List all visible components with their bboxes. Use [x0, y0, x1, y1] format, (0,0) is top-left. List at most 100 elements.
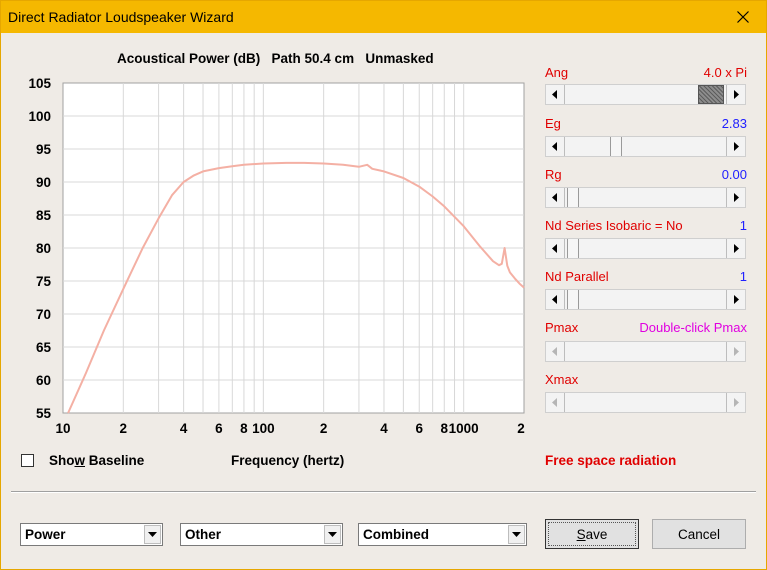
show-baseline-label[interactable]: Show Baseline	[49, 453, 144, 468]
arrow-right-icon	[734, 398, 739, 407]
nd-parallel-scroll-right[interactable]	[726, 290, 745, 309]
pmax-value[interactable]: Double-click Pmax	[639, 320, 747, 335]
separator	[11, 491, 756, 493]
nd-parallel-label: Nd Parallel	[545, 269, 609, 284]
x-tick-label: 4	[380, 421, 388, 436]
close-icon	[737, 11, 749, 23]
rg-label: Rg	[545, 167, 562, 182]
source-dropdown[interactable]: Other	[180, 523, 343, 546]
rg-scroll-thumb[interactable]	[567, 188, 579, 207]
show-baseline-checkbox[interactable]	[21, 454, 34, 467]
y-tick-label: 70	[36, 307, 51, 322]
nd-parallel-value: 1	[739, 269, 747, 284]
status-text: Free space radiation	[545, 453, 677, 468]
show-baseline-label-part: Baseline	[85, 453, 145, 468]
y-tick-label: 90	[36, 175, 51, 190]
ang-scroll-right[interactable]	[726, 85, 745, 104]
nd-series-value: 1	[739, 218, 747, 233]
save-button-label: Save	[577, 527, 608, 542]
y-tick-label: 80	[36, 241, 51, 256]
x-tick-label: 8	[240, 421, 248, 436]
x-tick-label: 6	[415, 421, 423, 436]
combine-dropdown-button[interactable]	[508, 525, 525, 544]
arrow-left-icon	[552, 295, 557, 304]
combine-dropdown[interactable]: Combined	[358, 523, 527, 546]
xmax-scroll-right	[726, 393, 745, 412]
y-tick-label: 55	[36, 406, 52, 421]
ang-scroll-thumb[interactable]	[698, 85, 724, 104]
y-tick-label: 95	[36, 142, 52, 157]
save-label-rest: ave	[585, 526, 608, 542]
nd-series-label: Nd Series Isobaric = No	[545, 218, 683, 233]
y-tick-label: 100	[28, 109, 51, 124]
rg-value: 0.00	[721, 167, 747, 182]
y-tick-label: 85	[36, 208, 52, 223]
chevron-down-icon	[512, 532, 521, 537]
rg-scroll-left[interactable]	[546, 188, 565, 207]
x-tick-label: 6	[215, 421, 223, 436]
combine-dropdown-value: Combined	[363, 527, 429, 542]
chevron-down-icon	[148, 532, 157, 537]
arrow-right-icon	[734, 244, 739, 253]
x-tick-label: 100	[252, 421, 275, 436]
save-button[interactable]: Save	[545, 519, 639, 549]
arrow-left-icon	[552, 244, 557, 253]
mode-dropdown[interactable]: Power	[20, 523, 163, 546]
wizard-window: Direct Radiator Loudspeaker Wizard Acous…	[0, 0, 767, 570]
mode-dropdown-button[interactable]	[144, 525, 161, 544]
eg-value: 2.83	[721, 116, 747, 131]
x-tick-label: 2	[517, 421, 525, 436]
cancel-button-label: Cancel	[677, 526, 721, 542]
arrow-left-icon	[552, 347, 557, 356]
nd-parallel-scroll-thumb[interactable]	[567, 290, 579, 309]
xmax-scrollbar	[545, 392, 746, 413]
x-tick-label: 1000	[449, 421, 479, 436]
nd-parallel-scroll-left[interactable]	[546, 290, 565, 309]
x-tick-label: 2	[320, 421, 328, 436]
arrow-right-icon	[734, 295, 739, 304]
pmax-scroll-right	[726, 342, 745, 361]
save-mnemonic: S	[576, 526, 586, 542]
ang-scroll-left[interactable]	[546, 85, 565, 104]
x-tick-label: 10	[55, 421, 70, 436]
arrow-left-icon	[552, 398, 557, 407]
y-tick-label: 105	[28, 76, 51, 91]
close-button[interactable]	[720, 1, 766, 33]
acoustic-power-chart: 105100959085807570656055 10 2 4 6 8 100 2 4 6 8 10…	[28, 76, 524, 436]
arrow-right-icon	[734, 193, 739, 202]
eg-scrollbar[interactable]	[545, 136, 746, 157]
source-dropdown-button[interactable]	[324, 525, 341, 544]
nd-parallel-scrollbar[interactable]	[545, 289, 746, 310]
xmax-scroll-left	[546, 393, 565, 412]
arrow-left-icon	[552, 90, 557, 99]
nd-series-scroll-thumb[interactable]	[567, 239, 579, 258]
eg-scroll-right[interactable]	[726, 137, 745, 156]
y-tick-label: 65	[36, 340, 52, 355]
nd-series-scroll-left[interactable]	[546, 239, 565, 258]
arrow-right-icon	[734, 347, 739, 356]
chevron-down-icon	[328, 532, 337, 537]
x-tick-labels: 10 2 4 6 8 100 2 4 6 8 1000 2	[55, 421, 524, 436]
rg-scrollbar[interactable]	[545, 187, 746, 208]
y-tick-label: 75	[36, 274, 52, 289]
pmax-scroll-left	[546, 342, 565, 361]
cancel-button[interactable]: Cancel	[652, 519, 746, 549]
mode-dropdown-value: Power	[25, 527, 66, 542]
pmax-scrollbar	[545, 341, 746, 362]
dialog-client: Acoustical Power (dB) Path 50.4 cm Unmas…	[1, 33, 766, 569]
show-baseline-label-part: Sho	[49, 453, 75, 468]
arrow-left-icon	[552, 193, 557, 202]
arrow-right-icon	[734, 90, 739, 99]
title-bar[interactable]: Direct Radiator Loudspeaker Wizard	[1, 1, 766, 33]
show-baseline-mnemonic: w	[74, 453, 86, 468]
ang-scrollbar[interactable]	[545, 84, 746, 105]
eg-scroll-left[interactable]	[546, 137, 565, 156]
y-tick-label: 60	[36, 373, 51, 388]
nd-series-scrollbar[interactable]	[545, 238, 746, 259]
nd-series-scroll-right[interactable]	[726, 239, 745, 258]
ang-label: Ang	[545, 65, 569, 80]
rg-scroll-right[interactable]	[726, 188, 745, 207]
xmax-label: Xmax	[545, 372, 579, 387]
eg-scroll-thumb[interactable]	[610, 137, 622, 156]
x-tick-label: 8	[441, 421, 449, 436]
